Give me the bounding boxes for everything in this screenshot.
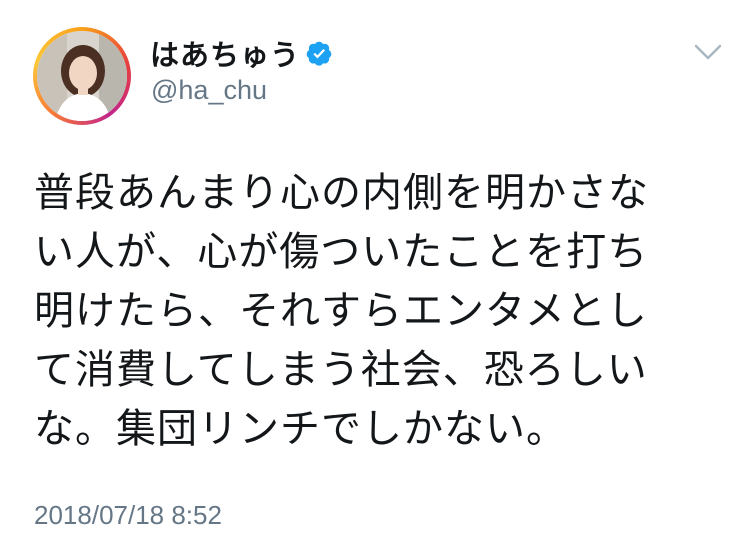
profile-photo-icon — [37, 31, 127, 121]
avatar-photo — [37, 31, 127, 121]
tweet-text: 普段あんまり心の内側を明かさな い人が、心が傷ついたことを打ち 明けたら、それす… — [34, 170, 649, 452]
tweet-card: はあちゅう @ha_chu 普段あんまり心の内側を明かさな い人が、心が傷ついた… — [0, 0, 750, 555]
tweet-timestamp[interactable]: 2018/07/18 8:52 — [34, 500, 222, 531]
chevron-down-icon[interactable] — [693, 42, 723, 62]
name-row: はあちゅう — [150, 32, 333, 74]
avatar[interactable] — [33, 27, 131, 125]
display-name[interactable]: はあちゅう — [150, 32, 300, 74]
verified-badge-icon — [306, 41, 332, 66]
user-handle[interactable]: @ha_chu — [151, 75, 267, 106]
